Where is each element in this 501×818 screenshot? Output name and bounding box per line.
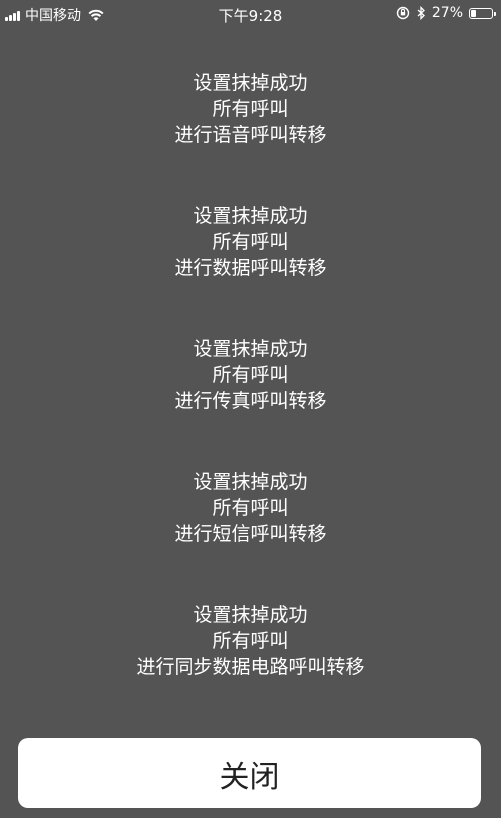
message-title: 设置抹掉成功 <box>193 72 308 94</box>
message-detail: 进行数据呼叫转移 <box>174 257 327 279</box>
bluetooth-icon <box>417 6 425 20</box>
message-scope: 所有呼叫 <box>212 630 289 652</box>
message-sms-forwarding: 设置抹掉成功 所有呼叫 进行短信呼叫转移 <box>0 469 501 602</box>
status-right: 27% <box>390 5 496 21</box>
message-fax-forwarding: 设置抹掉成功 所有呼叫 进行传真呼叫转移 <box>0 336 501 469</box>
message-title: 设置抹掉成功 <box>193 338 308 360</box>
message-list: 设置抹掉成功 所有呼叫 进行语音呼叫转移 设置抹掉成功 所有呼叫 进行数据呼叫转… <box>0 70 501 735</box>
message-scope: 所有呼叫 <box>212 98 289 120</box>
battery-icon <box>469 7 496 19</box>
message-title: 设置抹掉成功 <box>193 604 308 626</box>
close-button[interactable]: 关闭 <box>18 738 481 808</box>
message-data-forwarding: 设置抹掉成功 所有呼叫 进行数据呼叫转移 <box>0 203 501 336</box>
message-scope: 所有呼叫 <box>212 364 289 386</box>
message-detail: 进行传真呼叫转移 <box>174 390 327 412</box>
battery-fill <box>471 9 476 17</box>
message-title: 设置抹掉成功 <box>193 471 308 493</box>
status-bar: 中国移动 下午9:28 27% <box>0 0 501 28</box>
message-detail: 进行语音呼叫转移 <box>174 124 327 146</box>
message-voice-forwarding: 设置抹掉成功 所有呼叫 进行语音呼叫转移 <box>0 70 501 203</box>
battery-percent: 27% <box>431 5 463 21</box>
message-scope: 所有呼叫 <box>212 497 289 519</box>
message-detail: 进行同步数据电路呼叫转移 <box>136 656 365 678</box>
message-sync-data-forwarding: 设置抹掉成功 所有呼叫 进行同步数据电路呼叫转移 <box>0 602 501 735</box>
message-title: 设置抹掉成功 <box>193 205 308 227</box>
message-detail: 进行短信呼叫转移 <box>174 523 327 545</box>
message-scope: 所有呼叫 <box>212 231 289 253</box>
orientation-lock-icon <box>396 6 410 20</box>
